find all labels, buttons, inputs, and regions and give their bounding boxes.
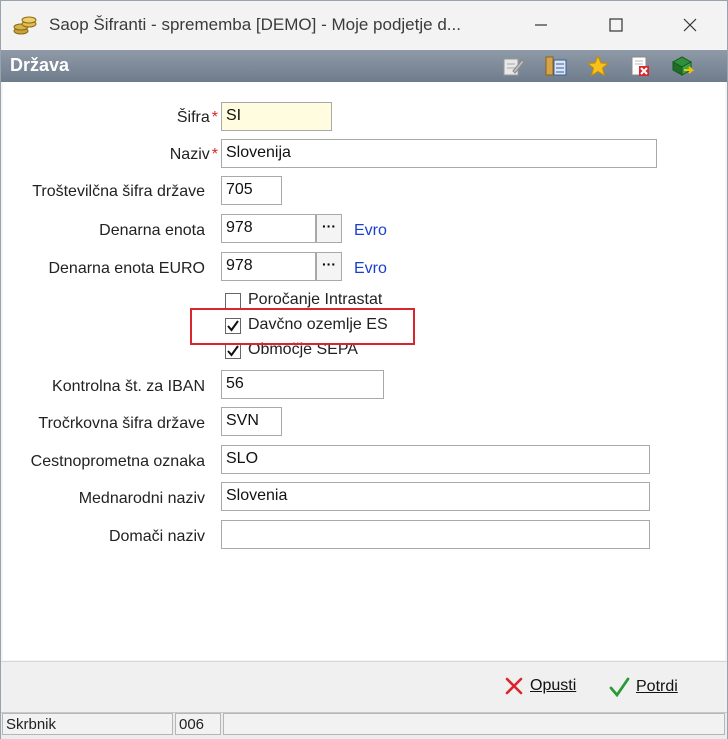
porocanje-intrastat-checkbox[interactable]: [225, 293, 241, 309]
status-code: 006: [175, 713, 221, 735]
kontrolna-iban-input[interactable]: 56: [221, 370, 384, 399]
naziv-label: Naziv *: [169, 146, 218, 163]
title-bar: Saop Šifranti - sprememba [DEMO] - Moje …: [1, 1, 727, 49]
minimize-button[interactable]: [526, 11, 556, 39]
mednarodni-naziv-label: Mednarodni naziv: [78, 490, 205, 507]
minimize-icon: [535, 24, 547, 26]
export-icon[interactable]: [670, 54, 694, 78]
denarna-enota-label: Denarna enota: [99, 222, 205, 239]
denarna-enota-euro-currency-link[interactable]: Evro: [354, 260, 387, 278]
close-icon: [683, 18, 697, 32]
denarna-enota-euro-input[interactable]: 978: [221, 252, 316, 281]
maximize-icon: [609, 18, 623, 32]
checkmark-icon: [227, 345, 239, 357]
domaci-naziv-label: Domači naziv: [108, 528, 205, 545]
edit-icon[interactable]: [501, 54, 525, 78]
highlight-box: [190, 308, 415, 345]
naziv-input[interactable]: Slovenija: [221, 139, 657, 168]
window-title: Saop Šifranti - sprememba [DEMO] - Moje …: [49, 15, 461, 34]
denarna-enota-input[interactable]: 978: [221, 214, 316, 243]
dialog-window: Saop Šifranti - sprememba [DEMO] - Moje …: [0, 0, 728, 739]
stevilcna-sifra-label: Troštevilčna šifra države: [32, 183, 205, 200]
cestnoprometna-label: Cestnoprometna oznaka: [30, 453, 205, 470]
section-header: Država: [1, 50, 727, 82]
favorite-star-icon[interactable]: [586, 54, 610, 78]
delete-icon[interactable]: [628, 54, 652, 78]
properties-icon[interactable]: [544, 54, 568, 78]
trocrkovna-sifra-input[interactable]: SVN: [221, 407, 282, 436]
status-extra: [223, 713, 725, 735]
sifra-label: Šifra *: [176, 109, 218, 126]
denarna-enota-currency-link[interactable]: Evro: [354, 222, 387, 240]
confirm-check-icon: [609, 677, 630, 698]
obmocje-sepa-checkbox[interactable]: [225, 343, 241, 359]
cancel-label: Opusti: [530, 677, 577, 694]
close-button[interactable]: [675, 11, 705, 39]
denarna-enota-euro-label: Denarna enota EURO: [48, 260, 205, 277]
cancel-button[interactable]: Opusti: [504, 676, 576, 696]
sifra-input[interactable]: SI: [221, 102, 332, 131]
mednarodni-naziv-input[interactable]: Slovenia: [221, 482, 650, 511]
domaci-naziv-input[interactable]: [221, 520, 650, 549]
app-coins-icon: [13, 16, 37, 35]
status-user: Skrbnik: [2, 713, 173, 735]
confirm-label: Potrdi: [636, 678, 678, 695]
trocrkovna-sifra-label: Tročrkovna šifra države: [38, 415, 205, 432]
cancel-x-icon: [505, 677, 523, 695]
maximize-button[interactable]: [601, 11, 631, 39]
cestnoprometna-input[interactable]: SLO: [221, 445, 650, 474]
kontrolna-iban-label: Kontrolna št. za IBAN: [52, 378, 205, 395]
porocanje-intrastat-label: Poročanje Intrastat: [248, 291, 383, 308]
confirm-button[interactable]: Potrdi: [608, 676, 678, 698]
stevilcna-sifra-input[interactable]: 705: [221, 176, 282, 205]
denarna-enota-browse-button[interactable]: ···: [316, 214, 342, 243]
denarna-enota-euro-browse-button[interactable]: ···: [316, 252, 342, 281]
section-title: Država: [10, 55, 70, 75]
